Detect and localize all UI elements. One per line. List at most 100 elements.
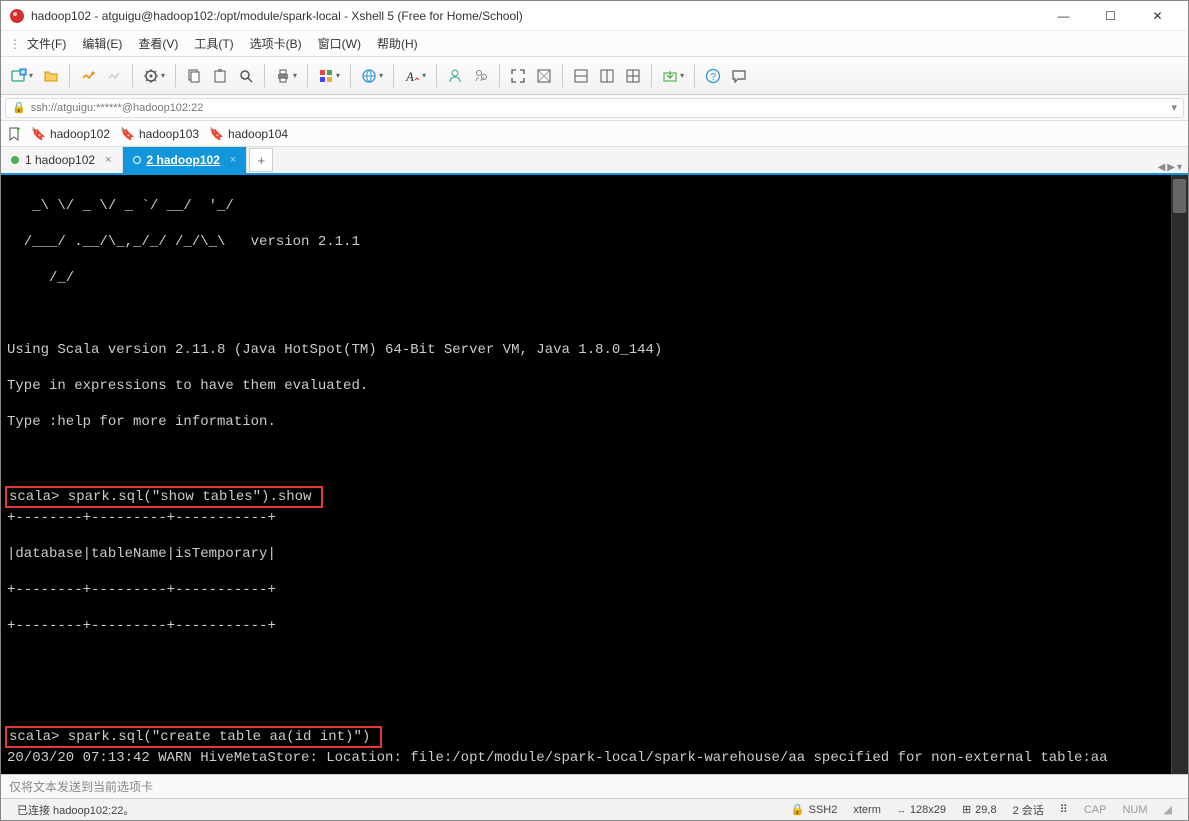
terminal-line: _\ \/ _ \/ _ `/ __/ '_/ [1,197,1188,215]
chevron-down-icon[interactable]: ▾ [1171,101,1177,114]
lock-icon: 🔒 [12,101,26,114]
terminal[interactable]: _\ \/ _ \/ _ `/ __/ '_/ /___/ .__/\_,_/_… [1,175,1188,774]
tab-bar: 1 hadoop102 × 2 hadoop102 × + ◀ ▶ ▾ [1,147,1188,175]
bookmark-icon: 🔖 [209,127,224,141]
tab[interactable]: 2 hadoop102 × [123,147,248,173]
terminal-line: |database|tableName|isTemporary| [1,545,1188,563]
color-scheme-button[interactable] [314,64,344,88]
menu-edit[interactable]: 编辑(E) [76,32,128,55]
separator [499,64,500,88]
session-label: hadoop103 [139,127,199,141]
status-grip-icon: ⠿ [1052,803,1076,816]
separator [69,64,70,88]
terminal-line [1,449,1188,467]
add-bookmark-icon[interactable] [7,127,21,141]
new-tab-button[interactable]: + [249,148,273,172]
menu-view[interactable]: 查看(V) [132,32,184,55]
grid-split-button[interactable] [621,64,645,88]
separator [651,64,652,88]
separator [393,64,394,88]
session-bookmark[interactable]: 🔖 hadoop102 [31,127,110,141]
separator [562,64,563,88]
menu-tools[interactable]: 工具(T) [188,32,239,55]
session-label: hadoop104 [228,127,288,141]
session-shortcut-bar: 🔖 hadoop102 🔖 hadoop103 🔖 hadoop104 [1,121,1188,147]
copy-button[interactable] [182,64,206,88]
vertical-split-button[interactable] [595,64,619,88]
status-numlock: NUM [1114,804,1155,816]
resize-grip-icon[interactable]: ◢ [1156,803,1180,816]
reconnect-button[interactable] [76,64,100,88]
maximize-button[interactable]: ☐ [1088,2,1133,30]
separator [436,64,437,88]
find-button[interactable] [234,64,258,88]
compose-placeholder: 仅将文本发送到当前选项卡 [9,778,153,795]
menu-tabs[interactable]: 选项卡(B) [244,32,308,55]
horizontal-split-button[interactable] [569,64,593,88]
tab-close-icon[interactable]: × [105,154,111,166]
help-button[interactable]: ? [701,64,725,88]
tab-close-icon[interactable]: × [230,154,236,166]
properties-button[interactable] [139,64,169,88]
compose-bar[interactable]: 仅将文本发送到当前选项卡 [1,774,1188,798]
address-input[interactable]: 🔒 ssh://atguigu:******@hadoop102:22 ▾ [5,98,1184,118]
user-host-manager-button[interactable] [469,64,493,88]
transparency-button[interactable] [532,64,556,88]
terminal-line: Type :help for more information. [1,413,1188,431]
separator [175,64,176,88]
print-button[interactable] [271,64,301,88]
terminal-line [1,653,1188,671]
new-session-button[interactable] [7,64,37,88]
status-protocol: 🔒 SSH2 [783,803,845,816]
fullscreen-button[interactable] [506,64,530,88]
minimize-button[interactable]: — [1041,2,1086,30]
status-bar: 已连接 hadoop102:22。 🔒 SSH2 xterm ↔ 128x29 … [1,798,1188,820]
terminal-line [1,689,1188,707]
status-dot-icon [133,156,141,164]
session-bookmark[interactable]: 🔖 hadoop104 [209,127,288,141]
user-key-manager-button[interactable] [443,64,467,88]
close-button[interactable]: ✕ [1135,2,1180,30]
font-button[interactable]: A [400,64,430,88]
menu-file[interactable]: 文件(F) [21,32,72,55]
bookmark-icon: 🔖 [31,127,46,141]
address-text: ssh://atguigu:******@hadoop102:22 [31,102,1172,114]
title-bar: hadoop102 - atguigu@hadoop102:/opt/modul… [1,1,1188,31]
tab[interactable]: 1 hadoop102 × [1,147,123,173]
xftp-button[interactable] [658,64,688,88]
feedback-button[interactable] [727,64,751,88]
terminal-line: +--------+---------+-----------+ [1,581,1188,599]
menu-window[interactable]: 窗口(W) [312,32,367,55]
status-term-type: xterm [845,804,889,816]
status-dot-icon [11,156,19,164]
svg-text:?: ? [711,72,717,83]
tab-menu-button[interactable]: ▾ [1177,162,1182,173]
open-button[interactable] [39,64,63,88]
status-size: ↔ 128x29 [889,804,954,816]
scrollbar-thumb[interactable] [1173,179,1186,213]
menu-help[interactable]: 帮助(H) [371,32,424,55]
tab-prev-button[interactable]: ◀ [1158,162,1166,173]
separator [350,64,351,88]
status-connection: 已连接 hadoop102:22。 [9,802,142,818]
session-bookmark[interactable]: 🔖 hadoop103 [120,127,199,141]
separator [307,64,308,88]
bookmark-icon: 🔖 [120,127,135,141]
scrollbar[interactable] [1171,175,1188,774]
tab-next-button[interactable]: ▶ [1167,162,1175,173]
terminal-line: /___/ .__/\_,_/_/ /_/\_\ version 2.1.1 [1,233,1188,251]
terminal-line: 20/03/20 07:13:42 WARN HiveMetaStore: Lo… [1,749,1188,767]
encoding-button[interactable] [357,64,387,88]
separator [264,64,265,88]
terminal-line: +--------+---------+-----------+ [1,617,1188,635]
highlight-box: scala> spark.sql("create table aa(id int… [5,726,382,748]
address-bar: 🔒 ssh://atguigu:******@hadoop102:22 ▾ [1,95,1188,121]
session-label: hadoop102 [50,127,110,141]
app-icon [9,8,25,24]
window-title: hadoop102 - atguigu@hadoop102:/opt/modul… [31,9,1041,23]
status-cursor-pos: ⊞ 29,8 [954,803,1005,816]
paste-button[interactable] [208,64,232,88]
terminal-line: Type in expressions to have them evaluat… [1,377,1188,395]
disconnect-button[interactable] [102,64,126,88]
separator [132,64,133,88]
